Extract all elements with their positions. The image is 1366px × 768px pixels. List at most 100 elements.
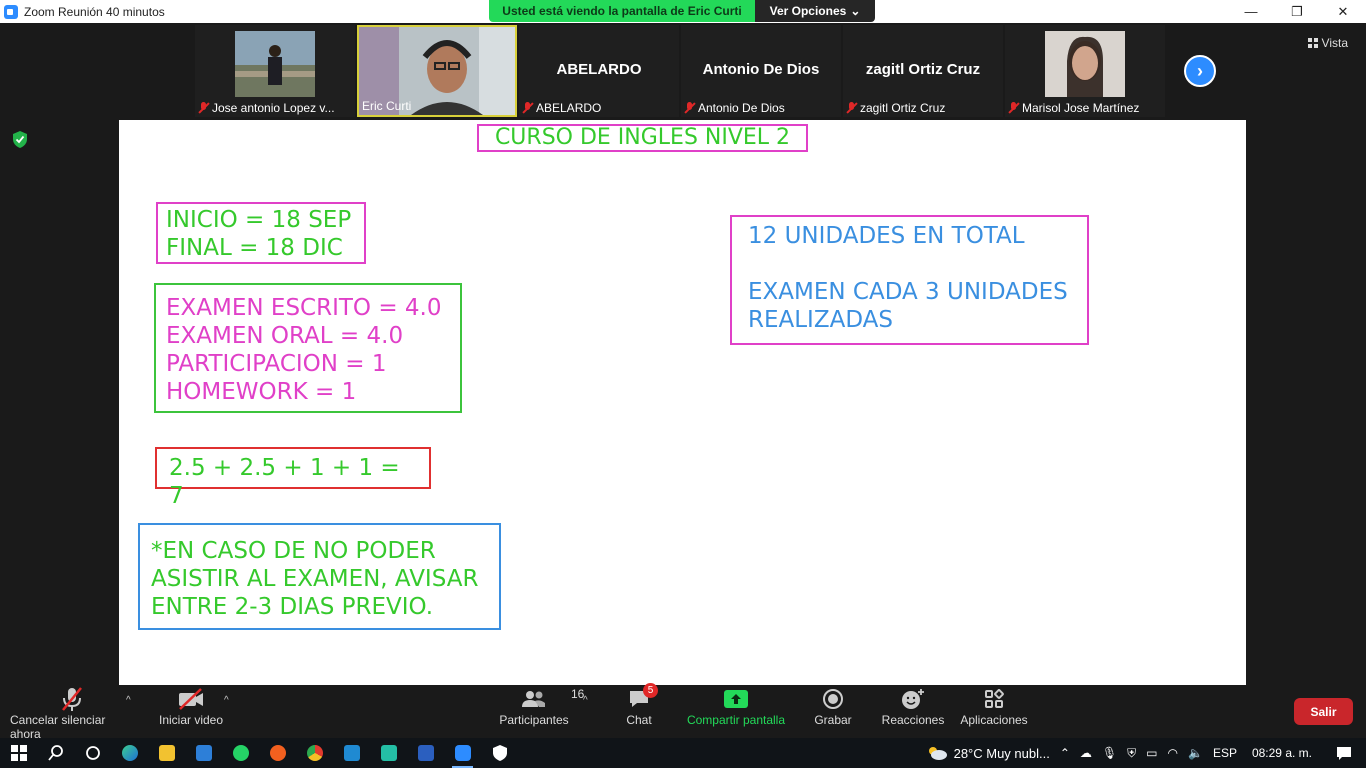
end-date-text: FINAL = 18 DIC [166, 235, 343, 261]
clock[interactable]: 08:29 a. m. [1242, 738, 1322, 768]
language-indicator[interactable]: ESP [1208, 738, 1242, 768]
network-error-icon[interactable]: ☁ [1075, 738, 1097, 768]
apps-label: Aplicaciones [960, 713, 1028, 727]
next-page-chevron-icon[interactable]: › [1184, 55, 1216, 87]
mic-muted-icon [846, 102, 857, 114]
task-view-icon[interactable] [74, 738, 111, 768]
windows-start-icon[interactable] [0, 738, 37, 768]
close-button[interactable]: ✕ [1320, 0, 1366, 23]
leave-meeting-button[interactable]: Salir [1294, 698, 1353, 725]
mail-icon[interactable] [185, 738, 222, 768]
participant-tile[interactable]: Antonio De Dios Antonio De Dios [681, 25, 841, 117]
video-off-icon [177, 685, 205, 713]
show-hidden-icons-chevron-icon[interactable]: ⌃ [1055, 738, 1075, 768]
view-label: Vista [1321, 36, 1348, 50]
screen-share-banner: Usted está viendo la pantalla de Eric Cu… [489, 0, 875, 22]
meeting-toolbar: Cancelar silenciar ahora ^ Iniciar video… [0, 683, 1366, 741]
participants-options-chevron-icon[interactable]: ^ [583, 695, 588, 706]
maximize-button[interactable]: ❐ [1274, 0, 1320, 23]
apps-button[interactable]: Aplicaciones [960, 685, 1028, 727]
volume-icon[interactable]: 🔈 [1183, 738, 1208, 768]
participant-tile[interactable]: ABELARDO ABELARDO [519, 25, 679, 117]
grade-sum-box: 2.5 + 2.5 + 1 + 1 = 7 [155, 447, 431, 509]
weather-text: 28°C Muy nubl... [953, 745, 1050, 761]
participants-icon: 16 [521, 685, 584, 713]
participant-name-label: ABELARDO [522, 101, 676, 115]
chat-button[interactable]: 5 Chat [626, 683, 658, 727]
microphone-icon[interactable]: 🎙 [1097, 738, 1122, 768]
exam-frequency-text-cont: REALIZADAS [748, 307, 893, 333]
apps-icon [983, 685, 1005, 713]
units-total-text: 12 UNIDADES EN TOTAL [748, 223, 1025, 249]
chrome-icon[interactable] [296, 738, 333, 768]
record-button[interactable]: Grabar [814, 685, 852, 727]
participant-strip: Jose antonio Lopez v... Eric Curti ABELA… [195, 25, 1165, 118]
participant-photo [235, 31, 315, 97]
participant-name-label: Marisol Jose Martínez [1008, 101, 1162, 115]
exam-notice-box: *EN CASO DE NO PODER ASISTIR AL EXAMEN, … [138, 523, 501, 630]
participant-tile-active-speaker[interactable]: Eric Curti [357, 25, 517, 117]
grading-box: EXAMEN ESCRITO = 4.0 EXAMEN ORAL = 4.0 P… [154, 283, 462, 413]
weather-widget[interactable]: 28°C Muy nubl... [921, 738, 1055, 768]
participant-tile[interactable]: Jose antonio Lopez v... [195, 25, 355, 117]
security-shield-icon[interactable] [481, 738, 518, 768]
notice-line: ENTRE 2-3 DIAS PREVIO. [151, 594, 434, 620]
wifi-icon[interactable]: ◠ [1163, 738, 1183, 768]
grade-item: HOMEWORK = 1 [166, 379, 357, 405]
chat-icon: 5 [628, 683, 658, 713]
window-title: Zoom Reunión 40 minutos [24, 4, 165, 19]
reactions-button[interactable]: Reacciones [882, 685, 944, 727]
participant-display-name: Antonio De Dios [702, 61, 820, 78]
defender-icon[interactable]: ⛨ [1122, 738, 1141, 768]
orange-app-icon[interactable] [259, 738, 296, 768]
view-options-button[interactable]: Ver Opciones ⌄ [755, 0, 875, 22]
system-tray: 28°C Muy nubl... ⌃ ☁ 🎙 ⛨ ▭ ◠ 🔈 ESP 08:29… [921, 738, 1366, 768]
unmute-label: Cancelar silenciar ahora [10, 713, 106, 741]
zoom-taskbar-icon[interactable] [444, 738, 481, 768]
reactions-label: Reacciones [881, 713, 945, 727]
file-explorer-icon[interactable] [148, 738, 185, 768]
participants-button[interactable]: 16 Participantes [499, 685, 584, 727]
minimize-button[interactable]: — [1228, 0, 1274, 23]
edge-browser-icon[interactable] [111, 738, 148, 768]
record-label: Grabar [814, 713, 852, 727]
vscode-icon[interactable] [333, 738, 370, 768]
participant-photo [1045, 31, 1125, 97]
smiley-plus-icon [901, 685, 925, 713]
participant-tile[interactable]: Marisol Jose Martínez [1005, 25, 1165, 117]
viewing-screen-label: Usted está viendo la pantalla de Eric Cu… [489, 0, 755, 22]
participant-name-label: Eric Curti [362, 99, 412, 113]
cloud-icon [928, 747, 947, 760]
mic-muted-icon [1008, 102, 1019, 114]
vscode-insiders-icon[interactable] [370, 738, 407, 768]
video-options-chevron-icon[interactable]: ^ [224, 695, 229, 706]
participant-display-name: ABELARDO [556, 61, 642, 78]
view-button[interactable]: Vista [1307, 36, 1348, 50]
mic-muted-icon [522, 102, 533, 114]
mic-muted-icon [61, 685, 83, 713]
notice-line: ASISTIR AL EXAMEN, AVISAR [151, 566, 479, 592]
start-video-label: Iniciar video [158, 713, 224, 727]
unmute-button[interactable]: Cancelar silenciar ahora [10, 685, 134, 741]
share-screen-button[interactable]: Compartir pantalla [686, 685, 786, 727]
units-box: 12 UNIDADES EN TOTAL EXAMEN CADA 3 UNIDA… [730, 215, 1089, 345]
audio-options-chevron-icon[interactable]: ^ [126, 695, 131, 706]
share-screen-icon [723, 685, 749, 713]
start-video-button[interactable]: Iniciar video [158, 685, 224, 727]
course-dates-box: INICIO = 18 SEP FINAL = 18 DIC [156, 202, 366, 264]
notice-line: *EN CASO DE NO PODER [151, 538, 436, 564]
chat-unread-badge: 5 [643, 683, 658, 698]
grade-item: PARTICIPACION = 1 [166, 351, 387, 377]
shared-screen: CURSO DE INGLES NIVEL 2 INICIO = 18 SEP … [119, 120, 1246, 685]
participants-label: Participantes [499, 713, 569, 727]
whatsapp-icon[interactable] [222, 738, 259, 768]
word-icon[interactable] [407, 738, 444, 768]
notifications-icon[interactable] [1322, 738, 1366, 768]
start-date-text: INICIO = 18 SEP [166, 207, 352, 233]
search-icon[interactable] [37, 738, 74, 768]
share-screen-label: Compartir pantalla [686, 713, 786, 727]
grid-view-icon [1307, 38, 1318, 48]
participant-tile[interactable]: zagitl Ortiz Cruz zagitl Ortiz Cruz [843, 25, 1003, 117]
encryption-shield-icon[interactable] [12, 131, 28, 148]
battery-icon[interactable]: ▭ [1141, 738, 1162, 768]
